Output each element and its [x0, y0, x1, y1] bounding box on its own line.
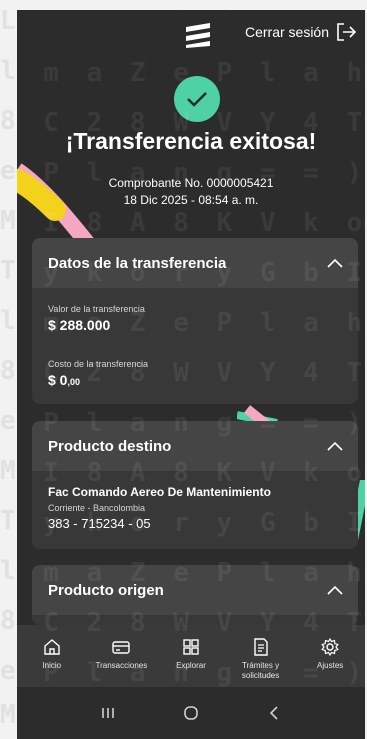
transfer-data-title: Datos de la transferencia	[48, 254, 227, 272]
logout-label: Cerrar sesión	[244, 24, 329, 40]
bottom-navigation: Inicio Transacciones Explorar Trámites y…	[17, 625, 365, 687]
destination-title: Producto destino	[48, 437, 172, 455]
bank-logo-icon	[186, 23, 210, 48]
transfer-datetime: 18 Dic 2025 - 08:54 a. m.	[123, 193, 259, 207]
transfer-cost-label: Costo de la transferencia	[48, 359, 149, 369]
explore-icon	[183, 639, 199, 655]
voucher-number: Comprobante No. 0000005421	[108, 176, 274, 190]
transfer-value: $ 288.000	[48, 317, 111, 333]
transfer-data-header[interactable]: Datos de la transferencia	[32, 238, 358, 288]
nav-label-ajustes: Ajustes	[317, 661, 344, 670]
nav-label-tramites: Trámites y solicitudes	[241, 661, 280, 680]
recent-apps-icon[interactable]	[99, 704, 117, 722]
origin-title: Producto origen	[48, 581, 164, 599]
nav-item-ajustes[interactable]: Ajustes	[297, 637, 363, 671]
system-navigation-bar	[17, 687, 365, 739]
transfer-data-card: Datos de la transferencia Valor de la tr…	[32, 238, 358, 404]
logout-icon	[337, 23, 357, 41]
home-icon	[44, 639, 60, 655]
nav-item-inicio[interactable]: Inicio	[19, 637, 85, 671]
transfer-value-label: Valor de la transferencia	[48, 304, 145, 314]
chevron-up-icon	[327, 258, 343, 268]
transfer-cost-cents: ,00	[67, 377, 80, 387]
confirmation-title: ¡Transferencia exitosa!	[65, 128, 317, 154]
destination-account-type: Corriente - Bancolombia	[48, 503, 146, 513]
nav-label-inicio: Inicio	[42, 661, 62, 670]
destination-card: Producto destino Fac Comando Aereo De Ma…	[32, 421, 358, 549]
top-bar: Cerrar sesión	[17, 10, 365, 54]
destination-header[interactable]: Producto destino	[32, 421, 358, 471]
procedures-icon	[253, 638, 268, 656]
chevron-up-icon	[327, 585, 343, 595]
back-icon[interactable]	[265, 704, 283, 722]
nav-label-transacciones: Transacciones	[95, 661, 148, 670]
chevron-up-icon	[327, 441, 343, 451]
check-icon	[187, 92, 207, 107]
nav-item-tramites[interactable]: Trámites y solicitudes	[228, 637, 294, 681]
transfer-cost-main: $ 0	[48, 372, 68, 388]
success-badge	[174, 76, 220, 122]
settings-icon	[321, 637, 339, 657]
nav-item-explorar[interactable]: Explorar	[158, 637, 224, 671]
destination-account-number: 383 - 715234 - 05	[48, 516, 151, 531]
transactions-icon	[112, 641, 131, 654]
nav-item-transacciones[interactable]: Transacciones	[88, 637, 154, 671]
home-button-icon[interactable]	[182, 704, 200, 722]
phone-screen: Cerrar sesión ¡Transferencia exitosa! Co…	[17, 10, 365, 739]
destination-name: Fac Comando Aereo De Mantenimiento	[48, 485, 271, 499]
origin-card: Producto origen	[32, 565, 358, 625]
logout-button[interactable]: Cerrar sesión	[245, 22, 357, 42]
transfer-cost: $ 0,00	[48, 372, 342, 388]
nav-label-explorar: Explorar	[176, 661, 206, 670]
origin-header[interactable]: Producto origen	[32, 565, 358, 615]
